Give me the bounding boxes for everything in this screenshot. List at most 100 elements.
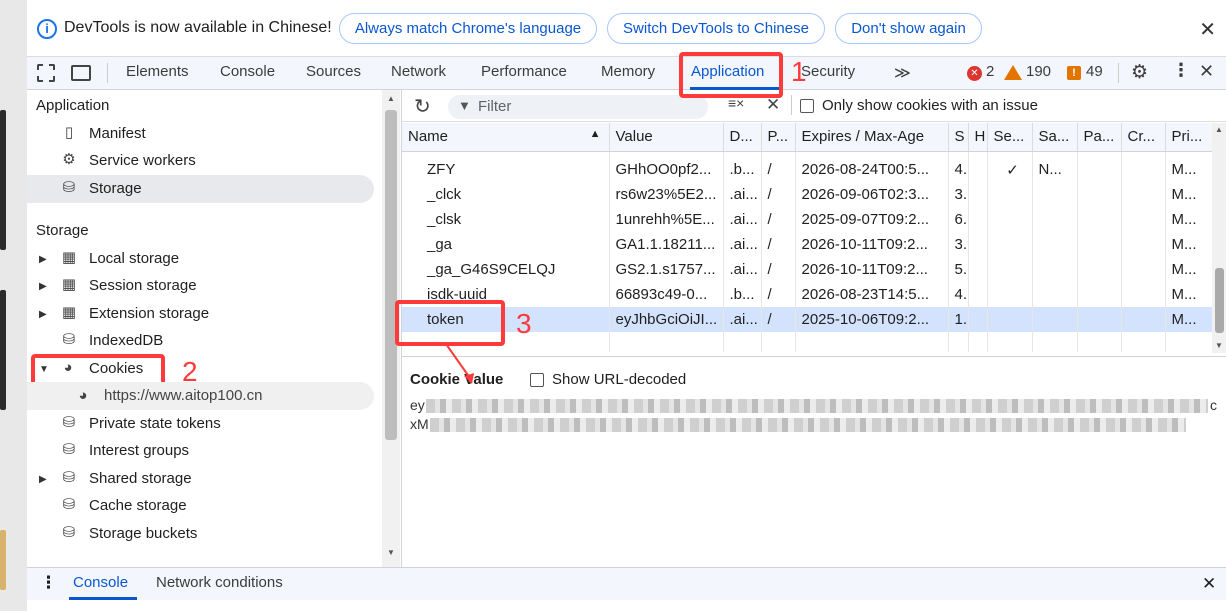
sidebar-item-manifest[interactable]: Manifest <box>89 125 146 142</box>
sort-ascending-icon: ▲ <box>589 128 601 141</box>
column-header-value[interactable]: Value <box>609 123 724 152</box>
inspect-element-icon[interactable] <box>37 64 55 82</box>
sidebar-item-shared-storage[interactable]: Shared storage <box>89 470 192 487</box>
page-edge-fragment <box>0 530 6 590</box>
drawer-tab-network-conditions[interactable]: Network conditions <box>156 574 283 591</box>
switch-chinese-button[interactable]: Switch DevTools to Chinese <box>607 13 825 44</box>
cell-secure <box>987 182 1033 207</box>
column-header-priority[interactable]: Pri... <box>1165 123 1213 152</box>
settings-gear-icon[interactable]: ⚙ <box>1131 61 1148 84</box>
cell-path: / <box>761 207 796 232</box>
cell-samesite <box>1032 307 1078 332</box>
cell-domain: .ai... <box>723 182 762 207</box>
dont-show-again-button[interactable]: Don't show again <box>835 13 982 44</box>
show-url-decoded-checkbox[interactable] <box>530 373 544 387</box>
table-row[interactable]: _clsk 1unrehh%5E... .ai.../2025-09-07T09:2… <box>402 207 1213 232</box>
cell-priority: M... <box>1165 257 1213 282</box>
cell-domain: .ai... <box>723 257 762 282</box>
expand-arrow-icon[interactable]: ▶ <box>39 309 47 320</box>
sidebar-item-storage-buckets[interactable]: Storage buckets <box>89 525 197 542</box>
column-header-cross-site[interactable]: Cr... <box>1121 123 1166 152</box>
tab-sources[interactable]: Sources <box>306 63 361 80</box>
close-drawer-icon[interactable]: ✕ <box>1202 574 1216 594</box>
sidebar-item-cache-storage[interactable]: Cache storage <box>89 497 187 514</box>
filter-placeholder: Filter <box>478 98 512 115</box>
sidebar-item-session-storage[interactable]: Session storage <box>89 277 197 294</box>
sidebar-item-indexeddb[interactable]: IndexedDB <box>89 332 163 349</box>
database-icon: ⛁ <box>62 331 76 348</box>
column-header-domain[interactable]: D... <box>723 123 762 152</box>
sidebar-item-local-storage[interactable]: Local storage <box>89 250 179 267</box>
database-icon: ⛁ <box>62 179 76 196</box>
table-row[interactable]: _ga_G46S9CELQJ GS2.1.s1757... .ai.../2026-… <box>402 257 1213 282</box>
cell-priority: M... <box>1165 182 1213 207</box>
error-count[interactable]: 2 <box>986 63 994 80</box>
drawer-tab-console[interactable]: Console <box>73 574 128 591</box>
issues-count[interactable]: 49 <box>1086 63 1103 80</box>
tab-elements[interactable]: Elements <box>126 63 189 80</box>
column-header-name[interactable]: Name ▲ <box>402 123 610 152</box>
tab-security[interactable]: Security <box>801 63 855 80</box>
scroll-up-icon[interactable]: ▲ <box>1215 125 1223 134</box>
column-header-samesite[interactable]: Sa... <box>1032 123 1078 152</box>
device-toolbar-icon[interactable] <box>71 65 91 81</box>
sidebar-scroll-thumb[interactable] <box>385 110 397 440</box>
close-devtools-icon[interactable]: ✕ <box>1199 61 1214 82</box>
tab-console[interactable]: Console <box>220 63 275 80</box>
close-icon[interactable]: ✕ <box>1199 17 1216 42</box>
cell-expires: 2026-08-24T00:5... <box>795 157 949 182</box>
cell-name: _clck <box>402 182 610 207</box>
table-row[interactable]: _ga GA1.1.18211... .ai.../2026-10-11T09:2.… <box>402 232 1213 257</box>
document-icon: ▯ <box>64 124 74 141</box>
expand-arrow-icon[interactable]: ▶ <box>39 281 47 292</box>
table-row[interactable]: isdk-uuid 66893c49-0... .b.../2026-08-23T1… <box>402 282 1213 307</box>
annotation-number-3: 3 <box>516 308 532 339</box>
cell-cross-site <box>1121 307 1166 332</box>
cell-httponly <box>968 307 988 332</box>
cookie-icon: ◕ <box>78 387 88 404</box>
column-header-size[interactable]: S <box>948 123 969 152</box>
refresh-icon[interactable]: ↻ <box>414 94 431 119</box>
cell-httponly <box>968 207 988 232</box>
warning-count[interactable]: 190 <box>1026 63 1051 80</box>
column-header-path[interactable]: P... <box>761 123 796 152</box>
table-scrollbar[interactable]: ▲ ▼ <box>1212 123 1226 353</box>
only-issues-checkbox[interactable] <box>800 99 814 113</box>
more-tabs-icon[interactable]: ≫ <box>894 63 911 83</box>
match-language-button[interactable]: Always match Chrome's language <box>339 13 597 44</box>
sidebar-item-service-workers[interactable]: Service workers <box>89 152 196 169</box>
scroll-down-icon[interactable]: ▼ <box>387 548 395 557</box>
scroll-up-icon[interactable]: ▲ <box>387 94 395 103</box>
column-header-partition-key[interactable]: Pa... <box>1077 123 1122 152</box>
column-header-secure[interactable]: Se... <box>987 123 1033 152</box>
table-row[interactable]: ZFY GHhOO0pf2... .b.../2026-08-24T00:5... 4… <box>402 157 1213 182</box>
tab-network[interactable]: Network <box>391 63 446 80</box>
devtools-tabbar: Elements Console Sources Network Perform… <box>27 57 1226 90</box>
tab-performance[interactable]: Performance <box>481 63 567 80</box>
cell-path: / <box>761 232 796 257</box>
sidebar-item-extension-storage[interactable]: Extension storage <box>89 305 209 322</box>
drawer-menu-icon[interactable]: ⋮ <box>40 573 57 593</box>
sidebar-selection-highlight <box>27 175 374 203</box>
expand-arrow-icon[interactable]: ▶ <box>39 474 47 485</box>
cell-domain: .ai... <box>723 307 762 332</box>
scroll-down-icon[interactable]: ▼ <box>1215 341 1223 350</box>
expand-arrow-icon[interactable]: ▶ <box>39 254 47 265</box>
cell-value: GHhOO0pf2... <box>609 157 724 182</box>
cell-samesite <box>1032 282 1078 307</box>
table-scroll-thumb[interactable] <box>1215 268 1224 333</box>
tab-memory[interactable]: Memory <box>601 63 655 80</box>
sidebar-item-interest-groups[interactable]: Interest groups <box>89 442 189 459</box>
page-edge-strip <box>0 0 27 611</box>
cookie-value-pane: Cookie Value Show URL-decoded ey c xM <box>402 356 1226 567</box>
warning-icon <box>1004 65 1022 80</box>
column-header-expires[interactable]: Expires / Max-Age <box>795 123 949 152</box>
sidebar-item-cookie-origin[interactable]: https://www.aitop100.cn <box>104 387 262 404</box>
more-options-icon[interactable]: ⋮ <box>1172 60 1190 81</box>
table-row[interactable]: _clck rs6w23%5E2... .ai.../2026-09-06T02:3… <box>402 182 1213 207</box>
column-header-httponly[interactable]: H <box>968 123 988 152</box>
delete-selected-icon[interactable]: ✕ <box>766 95 780 115</box>
sidebar-item-storage[interactable]: Storage <box>89 180 142 197</box>
filter-input[interactable]: ▼ Filter <box>448 95 708 119</box>
sidebar-item-private-state-tokens[interactable]: Private state tokens <box>89 415 221 432</box>
